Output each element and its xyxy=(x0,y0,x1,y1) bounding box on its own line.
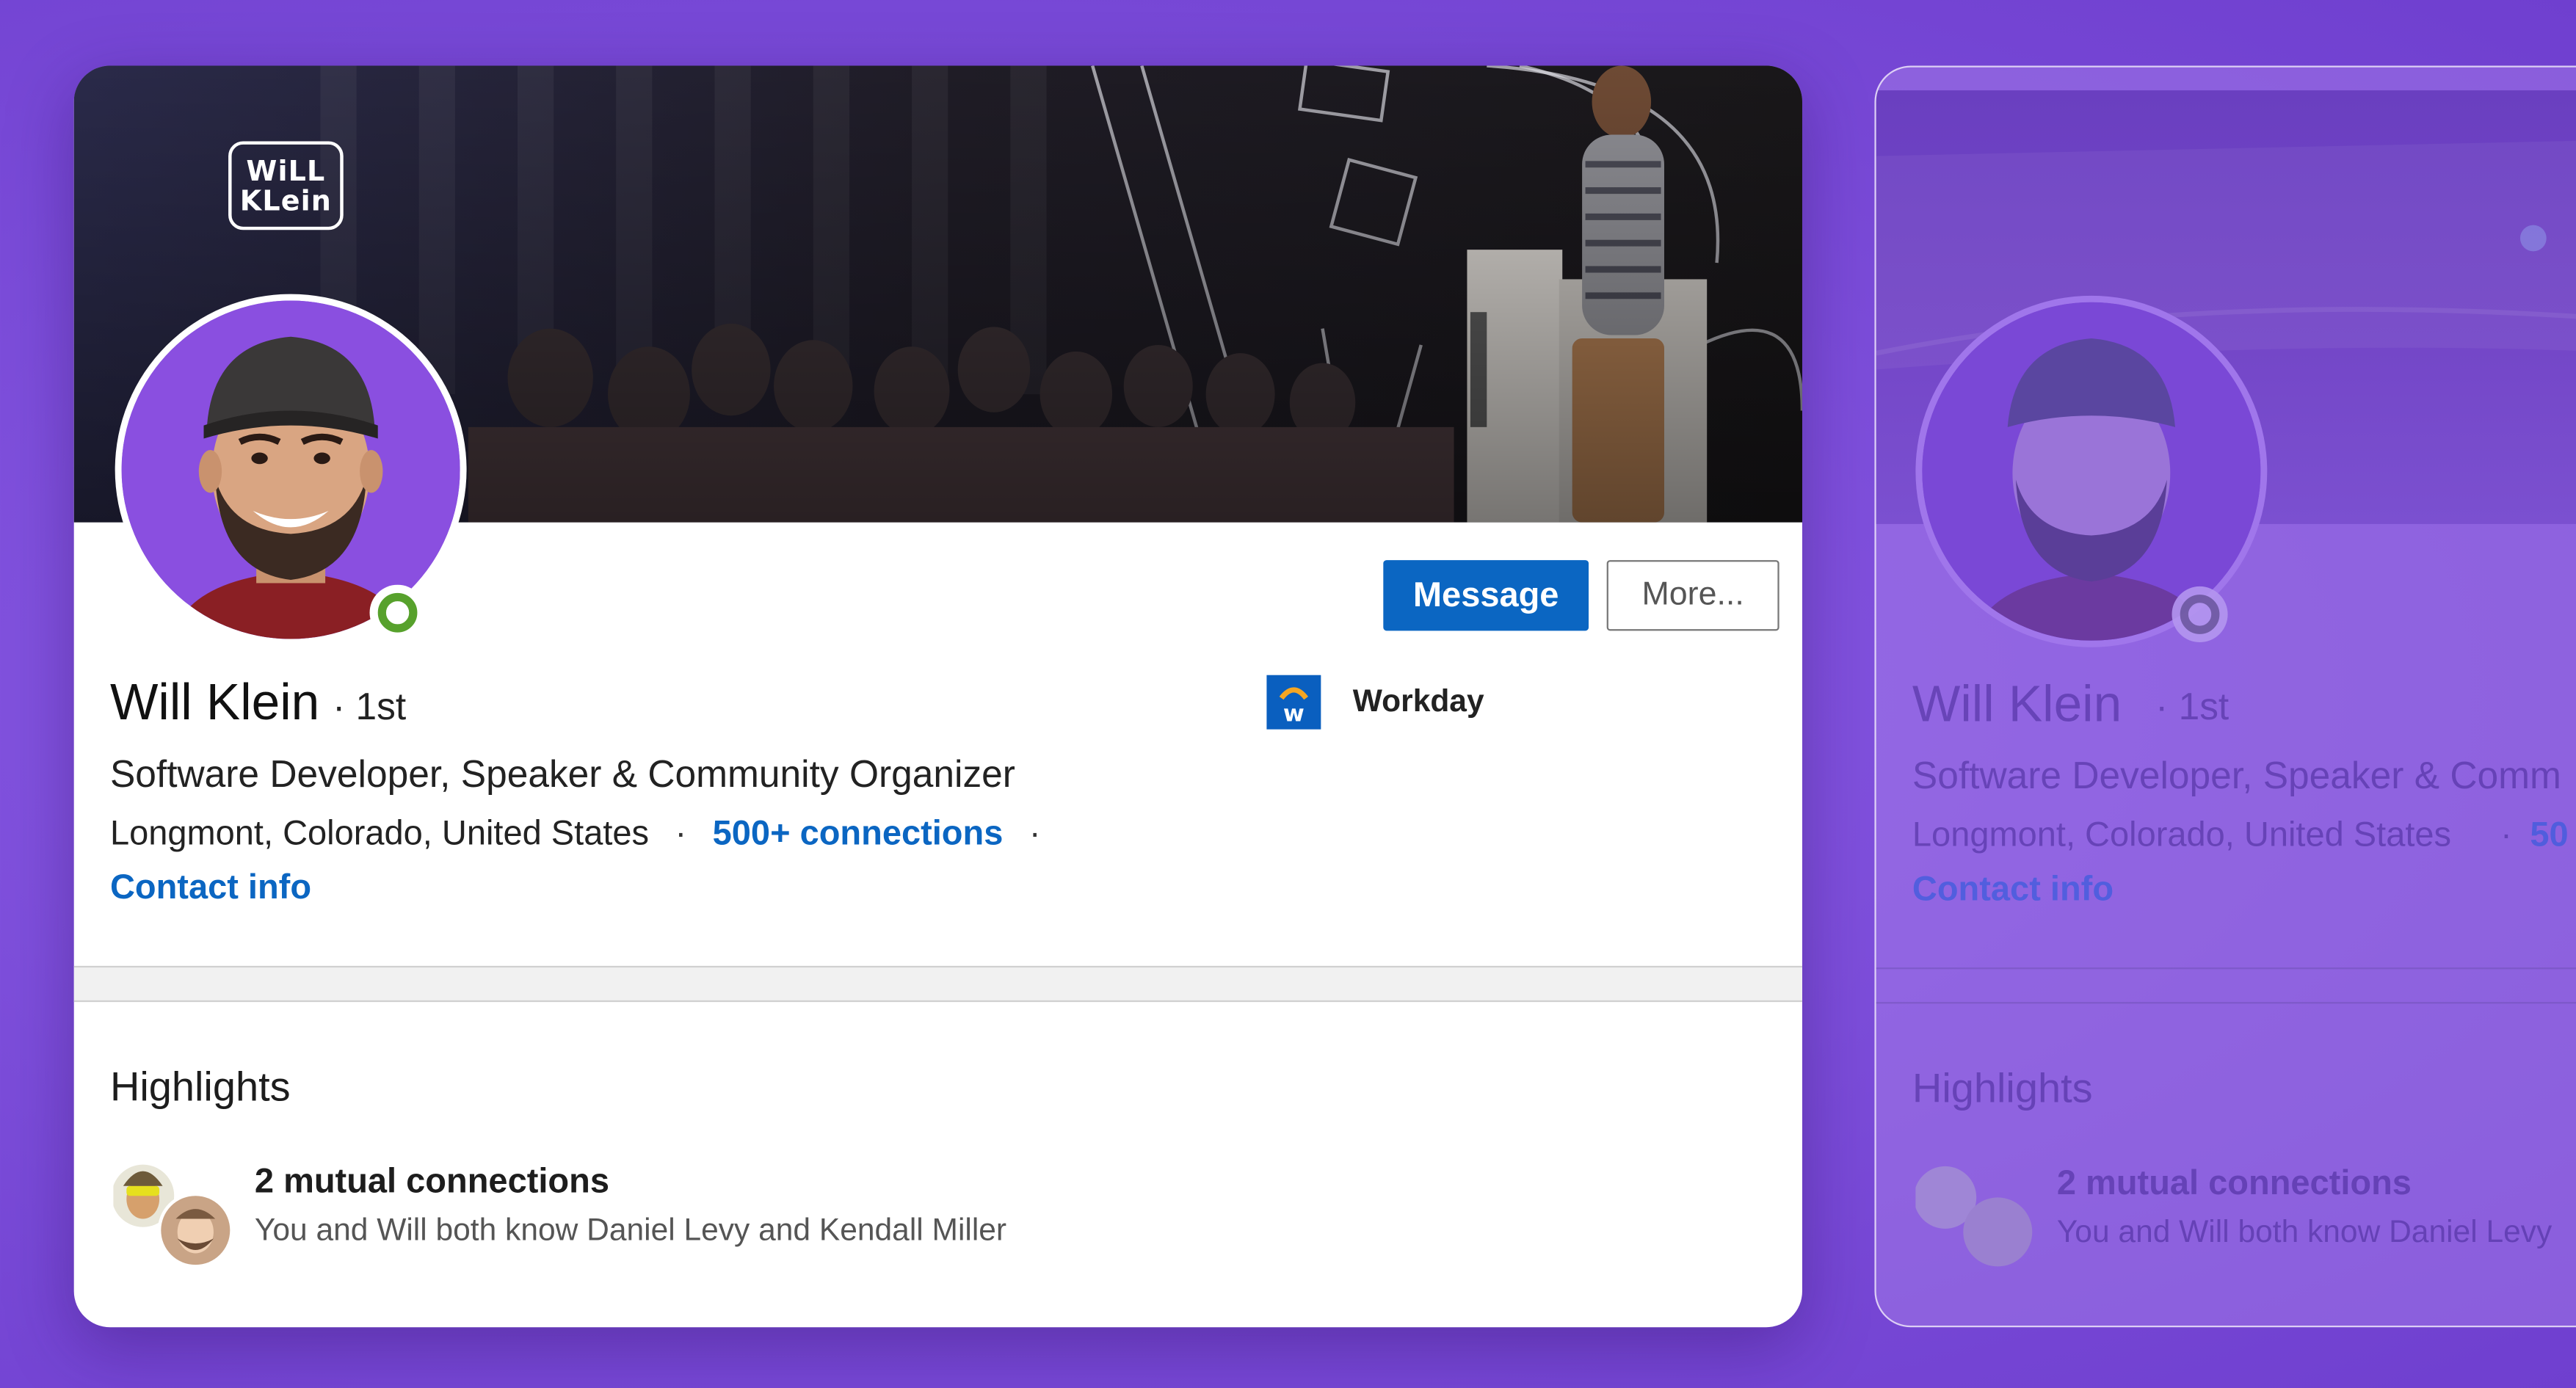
mutual-connections-link[interactable]: 2 mutual connections xyxy=(255,1163,609,1202)
profile-name: Will Klein xyxy=(109,673,320,731)
ghost-content: Will Klein · 1st Software Developer, Spe… xyxy=(1876,68,2576,1326)
highlights-title: Highlights xyxy=(109,1064,291,1111)
ghost-location: Longmont, Colorado, United States xyxy=(1912,816,2452,854)
ghost-profile-card: Will Klein · 1st Software Developer, Spe… xyxy=(1874,65,2576,1328)
workday-logo-icon: w xyxy=(1266,675,1321,730)
ghost-mutual-subtitle: You and Will both know Daniel Levy xyxy=(2056,1216,2553,1251)
separator-dot: · xyxy=(675,814,687,853)
banner-logo: WiLL KLein xyxy=(228,141,344,230)
ghost-connections: 50 xyxy=(2530,816,2569,854)
profile-name-row: Will Klein · 1st xyxy=(110,674,406,733)
ghost-headline: Software Developer, Speaker & Comm xyxy=(1912,754,2561,797)
connection-degree: · 1st xyxy=(333,685,407,728)
page: WiLL KLein Message More... Will Klein · … xyxy=(0,0,2576,1388)
ghost-name: Will Klein xyxy=(1912,675,2122,733)
ghost-divider xyxy=(1876,967,2576,1004)
message-button[interactable]: Message xyxy=(1383,560,1589,631)
ghost-separator: · xyxy=(2500,816,2512,854)
ghost-degree: · 1st xyxy=(2155,685,2229,728)
current-company[interactable]: w Workday xyxy=(1266,675,1484,730)
online-status-icon xyxy=(369,584,426,641)
ghost-contact-info: Contact info xyxy=(1912,871,2114,909)
mutual-connections-names: You and Will both know Daniel Levy and K… xyxy=(254,1213,1007,1249)
profile-headline: Software Developer, Speaker & Community … xyxy=(109,752,1015,796)
ghost-mutual-title: 2 mutual connections xyxy=(2056,1164,2412,1203)
section-divider xyxy=(73,965,1802,1003)
mutual-connections-avatars[interactable] xyxy=(112,1156,244,1274)
ghost-highlights-title: Highlights xyxy=(1912,1066,2093,1113)
svg-text:w: w xyxy=(1283,700,1305,727)
logo-text-line2: KLein xyxy=(239,185,333,219)
separator-dot: · xyxy=(1028,814,1041,853)
contact-info-link[interactable]: Contact info xyxy=(110,869,311,909)
ghost-mutual-avatars xyxy=(1915,1166,2033,1267)
location-row: Longmont, Colorado, United States · 500+… xyxy=(110,815,1057,854)
more-button[interactable]: More... xyxy=(1606,560,1779,631)
logo-text-line1: WiLL xyxy=(246,156,326,189)
profile-location: Longmont, Colorado, United States xyxy=(109,814,650,853)
connections-link[interactable]: 500+ connections xyxy=(713,815,1004,852)
profile-card: WiLL KLein Message More... Will Klein · … xyxy=(73,65,1802,1328)
company-name: Workday xyxy=(1352,684,1484,719)
